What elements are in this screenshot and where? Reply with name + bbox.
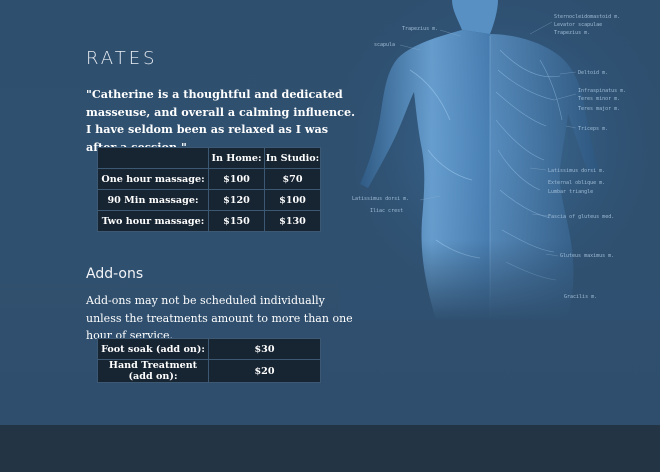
- addon-price: $20: [208, 359, 321, 383]
- label-deltoid: Deltoid m.: [578, 70, 608, 76]
- price-in-studio: $130: [264, 210, 321, 232]
- label-levator-scapulae: Levator scapulae: [554, 22, 602, 28]
- label-sternocleidomastoid: Sternocleidomastoid m.: [554, 14, 620, 20]
- label-latissimus-left: Latissimus dorsi m.: [352, 196, 409, 202]
- testimonial-quote: "Catherine is a thoughtful and dedicated…: [86, 87, 355, 154]
- price-in-home: $100: [208, 168, 265, 190]
- addon-price: $30: [208, 338, 321, 360]
- price-in-studio: $70: [264, 168, 321, 190]
- service-label: Two hour massage:: [97, 210, 209, 232]
- table-header-row: In Home: In Studio:: [97, 147, 321, 169]
- table-row: Foot soak (add on): $30: [97, 338, 321, 360]
- table-row: Hand Treatment (add on): $20: [97, 359, 321, 383]
- addons-heading: Add-ons: [86, 266, 144, 282]
- price-in-home: $120: [208, 189, 265, 211]
- label-gluteus-maximus: Gluteus maximus m.: [560, 253, 614, 259]
- anatomy-figure-icon: Trapezius m. Sternocleidomastoid m. Leva…: [340, 0, 660, 320]
- label-iliac-crest: Iliac crest: [370, 208, 403, 214]
- page-content: Trapezius m. Sternocleidomastoid m. Leva…: [0, 0, 660, 425]
- addon-label: Foot soak (add on):: [97, 338, 209, 360]
- table-row: Two hour massage: $150 $130: [97, 210, 321, 232]
- table-header-cell: In Home:: [208, 147, 265, 169]
- label-external-oblique: External oblique m.: [548, 180, 605, 186]
- label-triceps: Triceps m.: [578, 126, 608, 132]
- rates-table: In Home: In Studio: One hour massage: $1…: [97, 147, 321, 232]
- service-label: 90 Min massage:: [97, 189, 209, 211]
- label-fascia-gluteus: Fascia of gluteus med.: [548, 214, 614, 220]
- label-scapula: scapula: [374, 42, 395, 48]
- footer: [0, 425, 660, 472]
- price-in-studio: $100: [264, 189, 321, 211]
- addon-label: Hand Treatment (add on):: [97, 359, 209, 383]
- label-teres-minor: Teres minor m.: [578, 96, 620, 102]
- table-header-cell: In Studio:: [264, 147, 321, 169]
- label-teres-major: Teres major m.: [578, 106, 620, 112]
- label-trapezius: Trapezius m.: [402, 26, 438, 32]
- addons-table: Foot soak (add on): $30 Hand Treatment (…: [97, 338, 321, 383]
- anatomy-illustration: Trapezius m. Sternocleidomastoid m. Leva…: [340, 0, 660, 320]
- label-gracilis: Gracilis m.: [564, 294, 597, 300]
- label-latissimus-right: Latissimus dorsi m.: [548, 168, 605, 174]
- table-row: 90 Min massage: $120 $100: [97, 189, 321, 211]
- table-row: One hour massage: $100 $70: [97, 168, 321, 190]
- addons-description: Add-ons may not be scheduled individuall…: [86, 294, 353, 342]
- table-header-cell: [97, 147, 209, 169]
- label-infraspinatus: Infraspinatus m.: [578, 88, 626, 94]
- label-trapezius-right: Trapezius m.: [554, 30, 590, 36]
- service-label: One hour massage:: [97, 168, 209, 190]
- label-lumbar-triangle: Lumbar triangle: [548, 189, 593, 195]
- price-in-home: $150: [208, 210, 265, 232]
- page-title: RATES: [86, 48, 158, 69]
